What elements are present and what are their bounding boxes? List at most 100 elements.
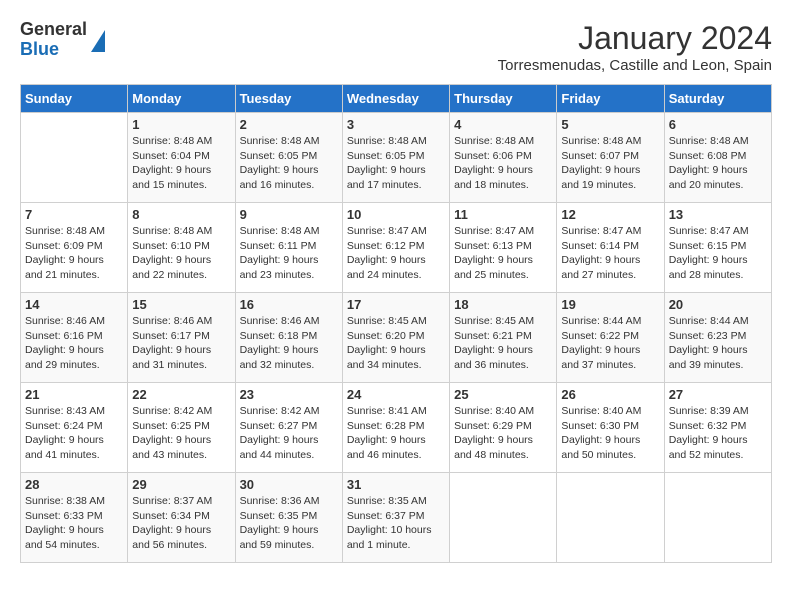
day-info: Sunrise: 8:39 AMSunset: 6:32 PMDaylight:… [669, 404, 767, 463]
day-number: 2 [240, 117, 338, 132]
day-number: 16 [240, 297, 338, 312]
day-info: Sunrise: 8:47 AMSunset: 6:15 PMDaylight:… [669, 224, 767, 283]
day-info: Sunrise: 8:46 AMSunset: 6:16 PMDaylight:… [25, 314, 123, 373]
calendar-header-row: SundayMondayTuesdayWednesdayThursdayFrid… [21, 85, 772, 113]
day-number: 7 [25, 207, 123, 222]
day-info: Sunrise: 8:35 AMSunset: 6:37 PMDaylight:… [347, 494, 445, 553]
day-info: Sunrise: 8:43 AMSunset: 6:24 PMDaylight:… [25, 404, 123, 463]
day-info: Sunrise: 8:41 AMSunset: 6:28 PMDaylight:… [347, 404, 445, 463]
day-info: Sunrise: 8:48 AMSunset: 6:11 PMDaylight:… [240, 224, 338, 283]
day-number: 5 [561, 117, 659, 132]
location: Torresmenudas, Castille and Leon, Spain [498, 57, 772, 74]
day-number: 6 [669, 117, 767, 132]
logo: General Blue [20, 20, 105, 60]
day-info: Sunrise: 8:47 AMSunset: 6:13 PMDaylight:… [454, 224, 552, 283]
day-number: 15 [132, 297, 230, 312]
day-number: 30 [240, 477, 338, 492]
day-info: Sunrise: 8:36 AMSunset: 6:35 PMDaylight:… [240, 494, 338, 553]
calendar-cell: 10Sunrise: 8:47 AMSunset: 6:12 PMDayligh… [342, 203, 449, 293]
header-wednesday: Wednesday [342, 85, 449, 113]
day-info: Sunrise: 8:47 AMSunset: 6:12 PMDaylight:… [347, 224, 445, 283]
day-info: Sunrise: 8:48 AMSunset: 6:05 PMDaylight:… [347, 134, 445, 193]
day-number: 28 [25, 477, 123, 492]
day-info: Sunrise: 8:48 AMSunset: 6:05 PMDaylight:… [240, 134, 338, 193]
day-info: Sunrise: 8:44 AMSunset: 6:23 PMDaylight:… [669, 314, 767, 373]
calendar-cell: 4 Sunrise: 8:48 AMSunset: 6:06 PMDaylight… [450, 113, 557, 203]
calendar-cell: 3 Sunrise: 8:48 AMSunset: 6:05 PMDaylight… [342, 113, 449, 203]
day-number: 20 [669, 297, 767, 312]
day-info: Sunrise: 8:45 AMSunset: 6:21 PMDaylight:… [454, 314, 552, 373]
day-number: 8 [132, 207, 230, 222]
calendar-cell: 18 Sunrise: 8:45 AMSunset: 6:21 PMDayligh… [450, 293, 557, 383]
calendar-cell: 24 Sunrise: 8:41 AMSunset: 6:28 PMDayligh… [342, 383, 449, 473]
calendar-cell: 26 Sunrise: 8:40 AMSunset: 6:30 PMDayligh… [557, 383, 664, 473]
calendar-cell: 19 Sunrise: 8:44 AMSunset: 6:22 PMDayligh… [557, 293, 664, 383]
day-info: Sunrise: 8:48 AMSunset: 6:08 PMDaylight:… [669, 134, 767, 193]
day-number: 4 [454, 117, 552, 132]
day-number: 31 [347, 477, 445, 492]
calendar-week-row: 28 Sunrise: 8:38 AMSunset: 6:33 PMDayligh… [21, 473, 772, 563]
calendar-cell: 28 Sunrise: 8:38 AMSunset: 6:33 PMDayligh… [21, 473, 128, 563]
calendar-cell: 25Sunrise: 8:40 AMSunset: 6:29 PMDayligh… [450, 383, 557, 473]
day-info: Sunrise: 8:40 AMSunset: 6:30 PMDaylight:… [561, 404, 659, 463]
calendar-cell: 6 Sunrise: 8:48 AMSunset: 6:08 PMDaylight… [664, 113, 771, 203]
calendar-cell: 22Sunrise: 8:42 AMSunset: 6:25 PMDayligh… [128, 383, 235, 473]
day-info: Sunrise: 8:48 AMSunset: 6:09 PMDaylight:… [25, 224, 123, 283]
calendar-week-row: 21 Sunrise: 8:43 AMSunset: 6:24 PMDayligh… [21, 383, 772, 473]
day-number: 12 [561, 207, 659, 222]
header-thursday: Thursday [450, 85, 557, 113]
day-number: 23 [240, 387, 338, 402]
calendar-cell: 30 Sunrise: 8:36 AMSunset: 6:35 PMDayligh… [235, 473, 342, 563]
day-number: 22 [132, 387, 230, 402]
header-saturday: Saturday [664, 85, 771, 113]
calendar-cell: 27 Sunrise: 8:39 AMSunset: 6:32 PMDayligh… [664, 383, 771, 473]
calendar-cell: 8 Sunrise: 8:48 AMSunset: 6:10 PMDaylight… [128, 203, 235, 293]
day-number: 11 [454, 207, 552, 222]
day-info: Sunrise: 8:46 AMSunset: 6:17 PMDaylight:… [132, 314, 230, 373]
day-info: Sunrise: 8:42 AMSunset: 6:27 PMDaylight:… [240, 404, 338, 463]
calendar-cell: 29Sunrise: 8:37 AMSunset: 6:34 PMDayligh… [128, 473, 235, 563]
day-number: 21 [25, 387, 123, 402]
day-number: 24 [347, 387, 445, 402]
day-number: 3 [347, 117, 445, 132]
calendar-cell: 1 Sunrise: 8:48 AMSunset: 6:04 PMDaylight… [128, 113, 235, 203]
page-header: General Blue January 2024 Torresmenudas,… [20, 20, 772, 74]
day-number: 18 [454, 297, 552, 312]
day-info: Sunrise: 8:48 AMSunset: 6:04 PMDaylight:… [132, 134, 230, 193]
calendar-cell [450, 473, 557, 563]
calendar-cell [21, 113, 128, 203]
day-number: 13 [669, 207, 767, 222]
calendar-cell: 13 Sunrise: 8:47 AMSunset: 6:15 PMDayligh… [664, 203, 771, 293]
day-info: Sunrise: 8:38 AMSunset: 6:33 PMDaylight:… [25, 494, 123, 553]
day-number: 27 [669, 387, 767, 402]
calendar-cell: 17Sunrise: 8:45 AMSunset: 6:20 PMDayligh… [342, 293, 449, 383]
calendar-cell [664, 473, 771, 563]
day-number: 26 [561, 387, 659, 402]
logo-general: General [20, 20, 87, 40]
day-info: Sunrise: 8:48 AMSunset: 6:10 PMDaylight:… [132, 224, 230, 283]
header-friday: Friday [557, 85, 664, 113]
day-info: Sunrise: 8:48 AMSunset: 6:07 PMDaylight:… [561, 134, 659, 193]
day-info: Sunrise: 8:48 AMSunset: 6:06 PMDaylight:… [454, 134, 552, 193]
day-info: Sunrise: 8:44 AMSunset: 6:22 PMDaylight:… [561, 314, 659, 373]
day-number: 9 [240, 207, 338, 222]
calendar-cell: 20 Sunrise: 8:44 AMSunset: 6:23 PMDayligh… [664, 293, 771, 383]
calendar-week-row: 7 Sunrise: 8:48 AMSunset: 6:09 PMDaylight… [21, 203, 772, 293]
day-number: 1 [132, 117, 230, 132]
calendar-table: SundayMondayTuesdayWednesdayThursdayFrid… [20, 84, 772, 563]
day-info: Sunrise: 8:40 AMSunset: 6:29 PMDaylight:… [454, 404, 552, 463]
header-monday: Monday [128, 85, 235, 113]
logo-text: General Blue [20, 20, 87, 60]
month-title: January 2024 [498, 20, 772, 57]
day-info: Sunrise: 8:37 AMSunset: 6:34 PMDaylight:… [132, 494, 230, 553]
calendar-week-row: 14Sunrise: 8:46 AMSunset: 6:16 PMDayligh… [21, 293, 772, 383]
calendar-cell: 2 Sunrise: 8:48 AMSunset: 6:05 PMDaylight… [235, 113, 342, 203]
header-tuesday: Tuesday [235, 85, 342, 113]
calendar-cell: 12Sunrise: 8:47 AMSunset: 6:14 PMDayligh… [557, 203, 664, 293]
day-info: Sunrise: 8:45 AMSunset: 6:20 PMDaylight:… [347, 314, 445, 373]
calendar-cell: 31 Sunrise: 8:35 AMSunset: 6:37 PMDayligh… [342, 473, 449, 563]
calendar-cell: 14Sunrise: 8:46 AMSunset: 6:16 PMDayligh… [21, 293, 128, 383]
day-info: Sunrise: 8:46 AMSunset: 6:18 PMDaylight:… [240, 314, 338, 373]
calendar-cell: 23 Sunrise: 8:42 AMSunset: 6:27 PMDayligh… [235, 383, 342, 473]
day-number: 19 [561, 297, 659, 312]
